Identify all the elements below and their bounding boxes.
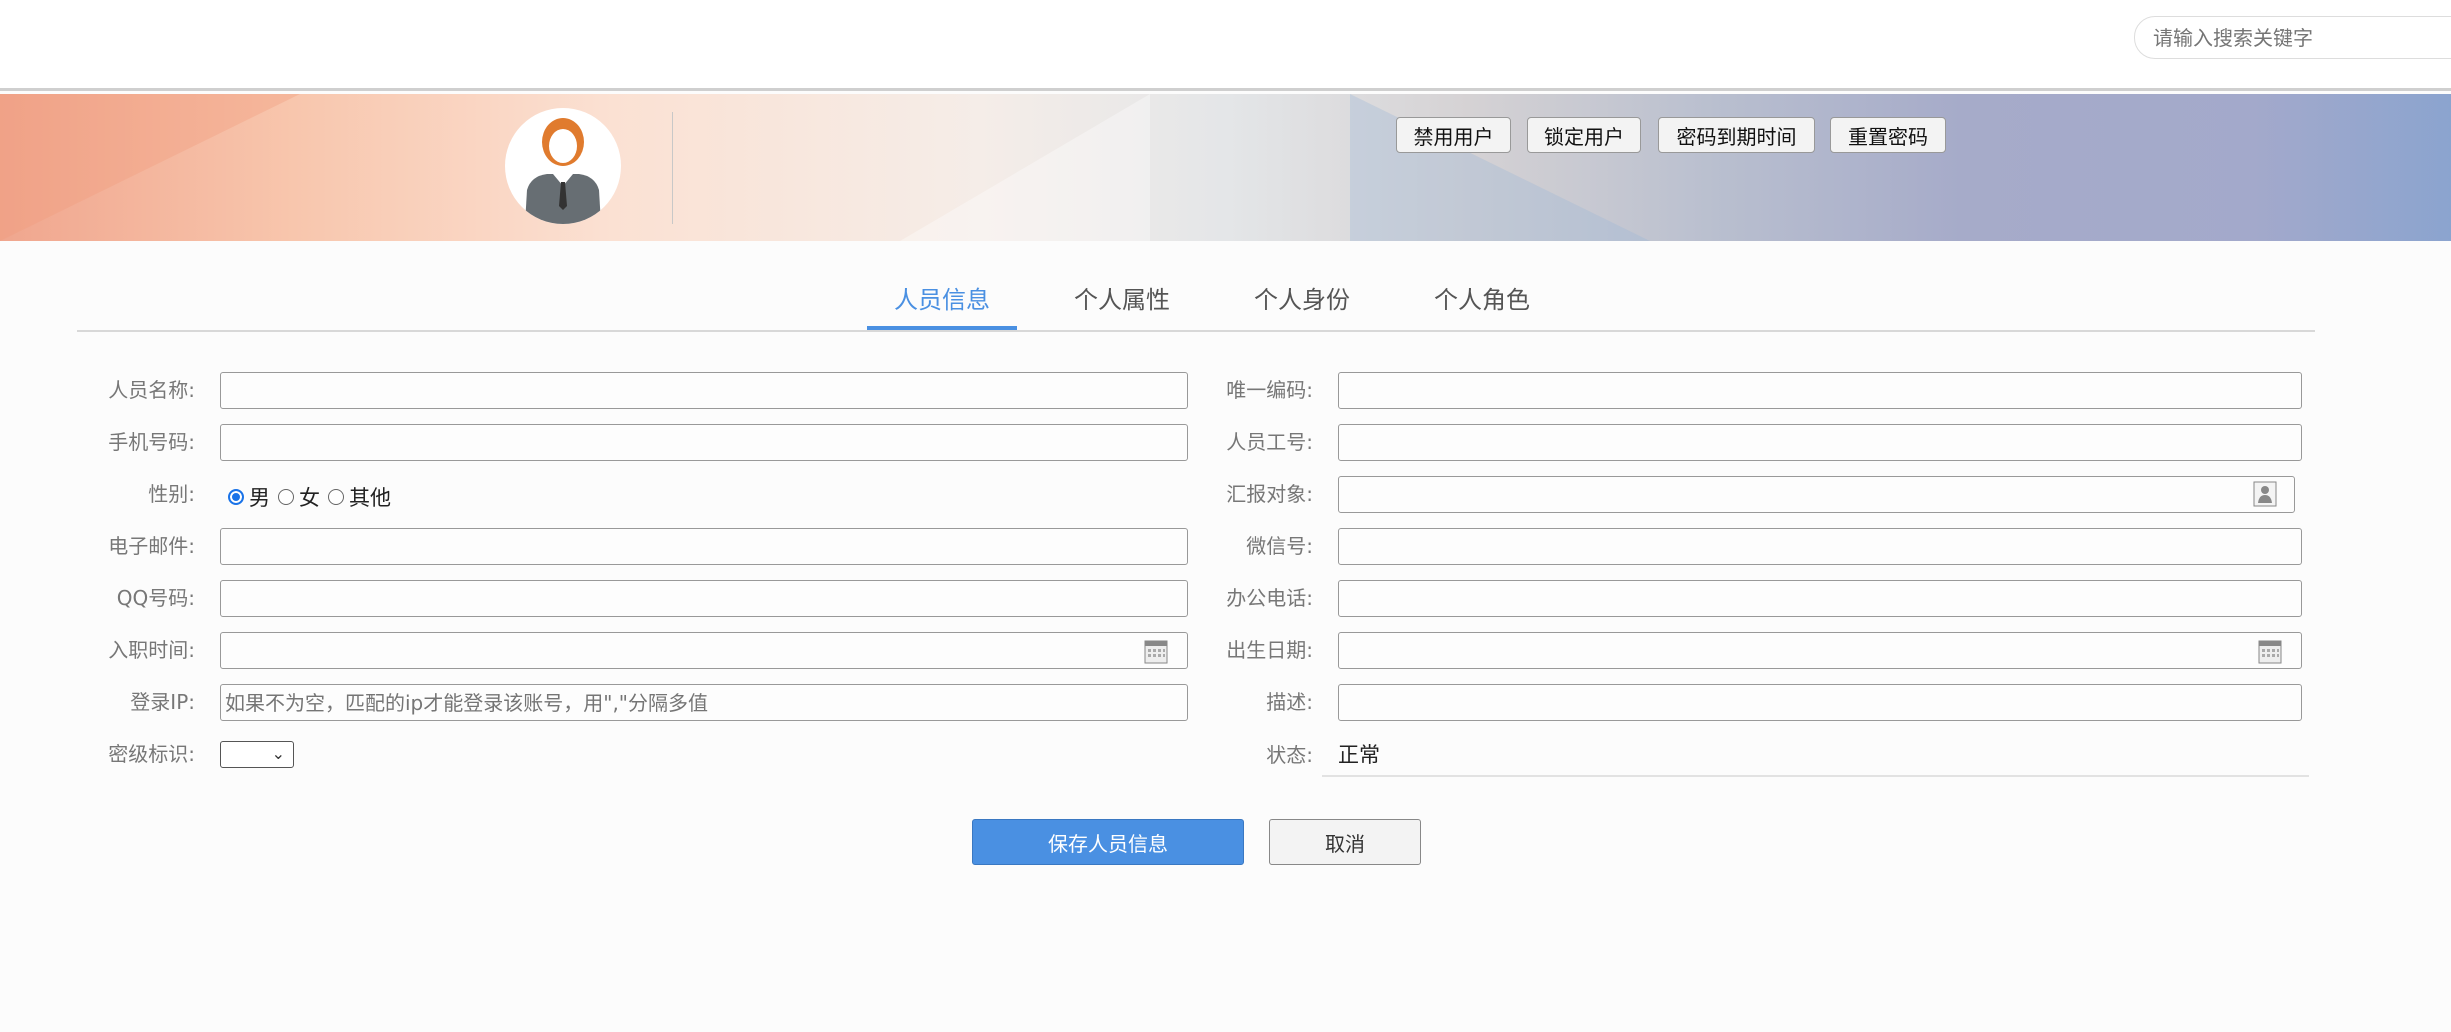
wechat-input[interactable] (1338, 528, 2302, 565)
reset-password-button[interactable]: 重置密码 (1830, 117, 1946, 153)
phone-input[interactable] (220, 424, 1188, 461)
gender-radio-male[interactable] (228, 489, 244, 505)
gender-option-label: 女 (299, 486, 320, 510)
report-to-label: 汇报对象: (1226, 482, 1313, 506)
phone-label: 手机号码: (108, 430, 195, 454)
office-phone-input[interactable] (1338, 580, 2302, 617)
banner-divider (672, 112, 673, 224)
qq-input[interactable] (220, 580, 1188, 617)
top-bar (0, 0, 2451, 91)
tab-personal-roles[interactable]: 个人角色 (1407, 280, 1557, 330)
wechat-label: 微信号: (1246, 534, 1313, 558)
secret-level-label: 密级标识: (108, 742, 195, 766)
gender-radio-group: 男 女 其他 (222, 482, 391, 512)
chevron-down-icon: ⌄ (271, 744, 285, 763)
gender-radio-other[interactable] (328, 489, 344, 505)
status-underline (1322, 775, 2309, 777)
hire-date-label: 入职时间: (108, 638, 195, 662)
search-input[interactable] (2134, 16, 2451, 59)
login-ip-label: 登录IP: (130, 690, 195, 714)
name-label: 人员名称: (108, 378, 195, 402)
email-label: 电子邮件: (108, 534, 195, 558)
disable-user-button[interactable]: 禁用用户 (1396, 117, 1511, 153)
tab-personal-identity[interactable]: 个人身份 (1227, 280, 1377, 330)
cancel-button[interactable]: 取消 (1269, 819, 1421, 865)
lock-user-button[interactable]: 锁定用户 (1527, 117, 1641, 153)
user-picker-icon[interactable] (2253, 481, 2277, 507)
gender-option-label: 其他 (349, 486, 391, 510)
name-input[interactable] (220, 372, 1188, 409)
status-value: 正常 (1338, 743, 1380, 767)
secret-level-select[interactable]: ⌄ (220, 741, 294, 768)
hire-date-input[interactable] (220, 632, 1188, 669)
description-label: 描述: (1266, 690, 1313, 714)
birth-date-label: 出生日期: (1226, 638, 1313, 662)
calendar-icon[interactable] (2258, 638, 2282, 664)
user-avatar (505, 108, 621, 224)
birth-date-input[interactable] (1338, 632, 2302, 669)
save-person-button[interactable]: 保存人员信息 (972, 819, 1244, 865)
login-ip-input[interactable] (220, 684, 1188, 721)
report-to-input[interactable] (1338, 476, 2295, 513)
unique-code-label: 唯一编码: (1226, 378, 1313, 402)
user-avatar-icon (525, 118, 601, 224)
employee-no-input[interactable] (1338, 424, 2302, 461)
gender-radio-female[interactable] (278, 489, 294, 505)
employee-no-label: 人员工号: (1226, 430, 1313, 454)
office-phone-label: 办公电话: (1226, 586, 1313, 610)
tab-personal-attributes[interactable]: 个人属性 (1047, 280, 1197, 330)
description-input[interactable] (1338, 684, 2302, 721)
gender-label: 性别: (148, 482, 195, 506)
status-label: 状态: (1266, 743, 1313, 767)
profile-banner (0, 94, 2451, 241)
password-expiry-button[interactable]: 密码到期时间 (1658, 117, 1815, 153)
tab-person-info[interactable]: 人员信息 (867, 280, 1017, 330)
tab-divider (77, 330, 2315, 332)
unique-code-input[interactable] (1338, 372, 2302, 409)
gender-option-label: 男 (249, 486, 270, 510)
qq-label: QQ号码: (116, 586, 195, 610)
email-input[interactable] (220, 528, 1188, 565)
